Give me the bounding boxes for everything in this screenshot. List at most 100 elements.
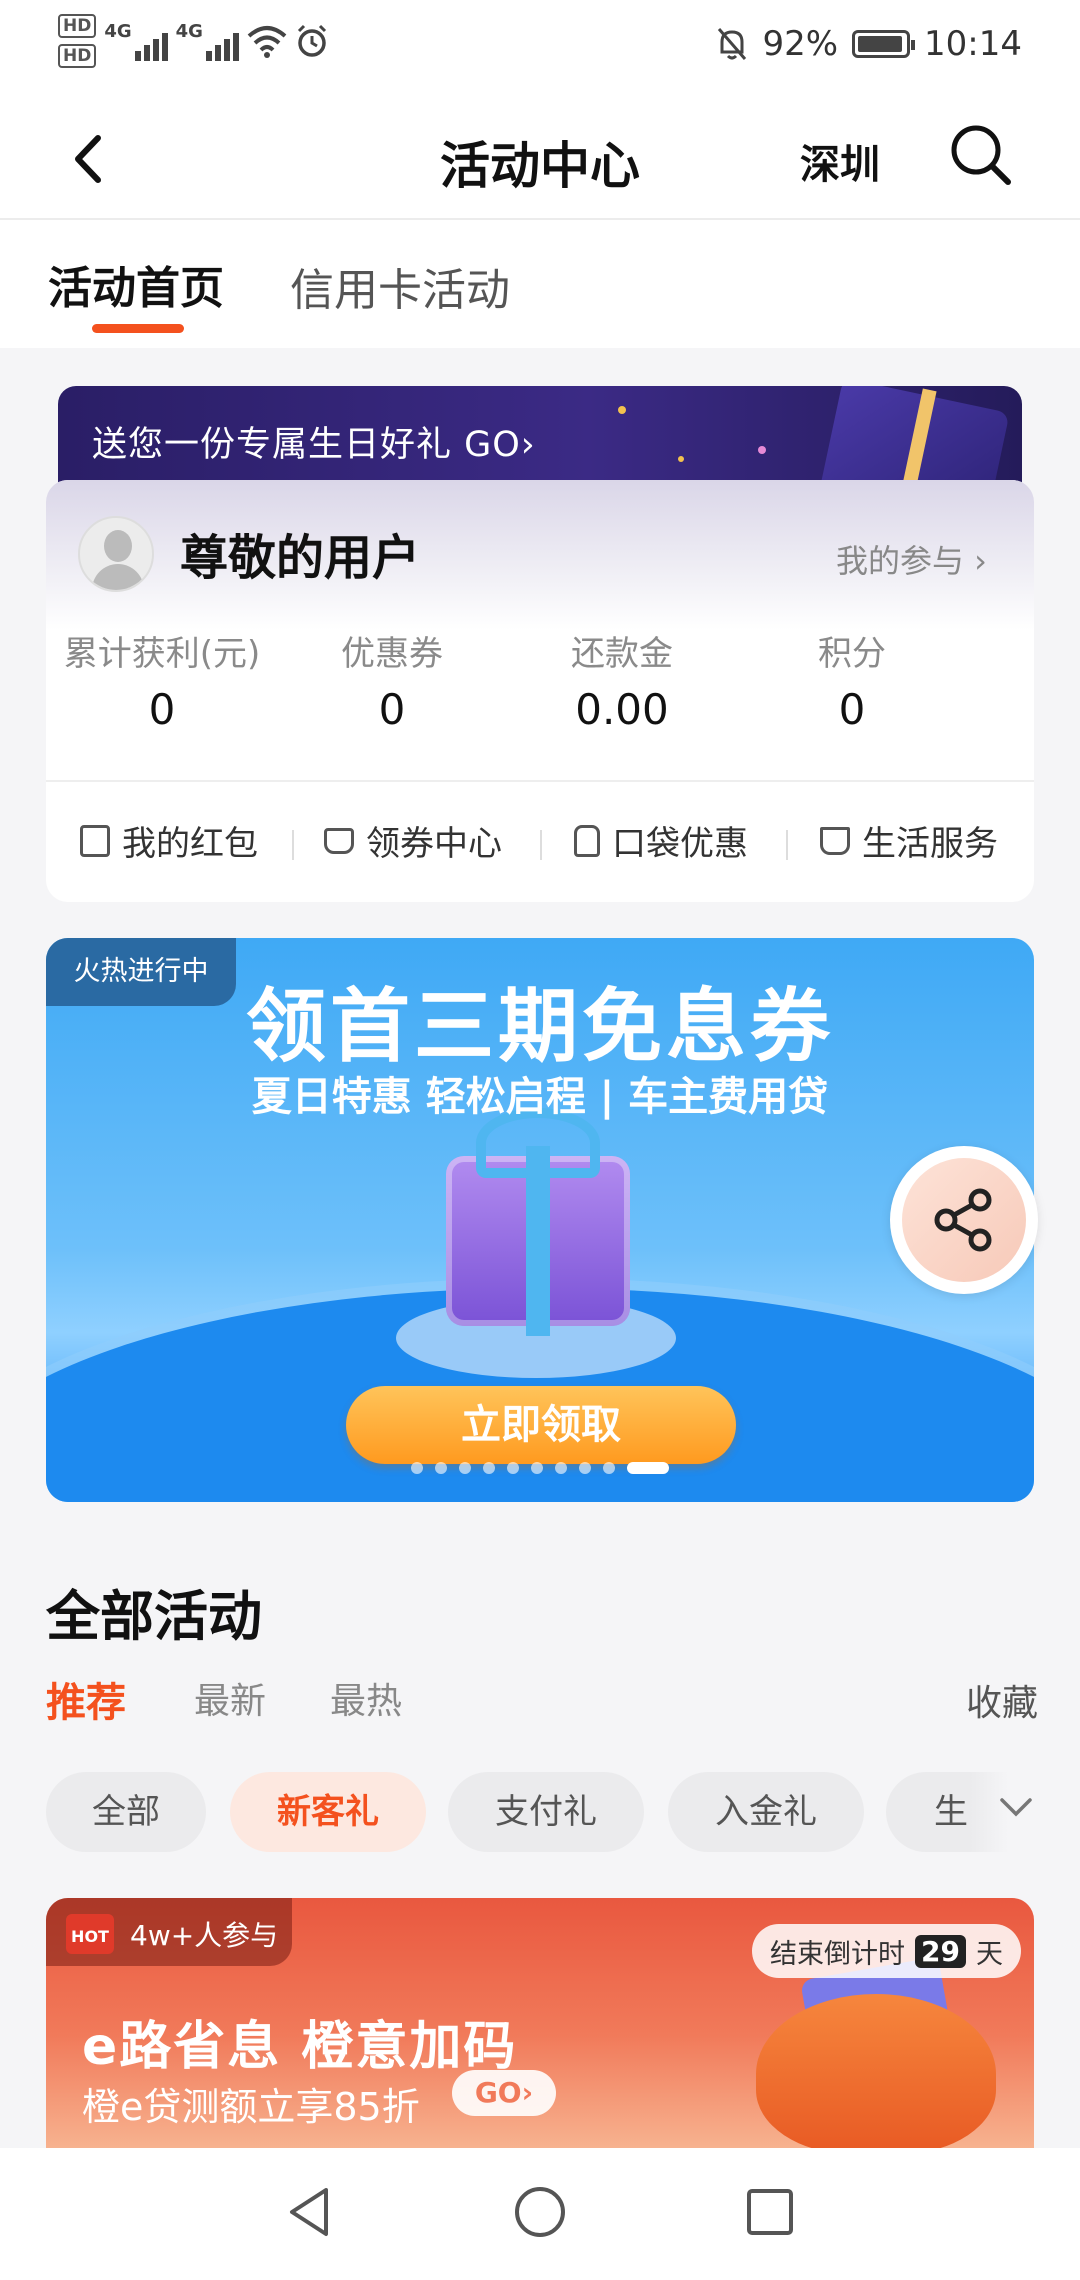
wifi-icon <box>247 26 287 58</box>
stat-label: 还款金 <box>571 634 673 674</box>
carousel-dot[interactable] <box>603 1462 615 1474</box>
divider <box>46 780 1034 782</box>
clock: 10:14 <box>924 24 1022 64</box>
signal-1-icon: 4G <box>104 21 168 61</box>
battery-icon <box>852 30 916 58</box>
status-right: 92% 10:14 <box>716 24 1022 64</box>
hd-indicator: HD HD <box>58 14 97 68</box>
lucky-bag-image <box>756 1994 996 2148</box>
quick-link-life-services[interactable]: 生活服务 <box>820 816 998 865</box>
quick-link-label: 我的红包 <box>122 824 258 864</box>
hd-badge-2: HD <box>58 44 97 68</box>
chevron-down-icon[interactable] <box>998 1788 1034 1824</box>
avatar[interactable] <box>78 516 154 592</box>
share-button[interactable] <box>890 1146 1038 1294</box>
nav-back-icon[interactable] <box>280 2182 340 2242</box>
all-activities-title: 全部活动 <box>46 1585 262 1648</box>
separator <box>292 830 294 860</box>
stat-value: 0 <box>838 685 866 734</box>
countdown-badge: 结束倒计时 29 天 <box>752 1924 1021 1978</box>
stat-label: 优惠券 <box>341 634 443 674</box>
tab-credit-card-activity[interactable]: 信用卡活动 <box>290 254 510 318</box>
city-selector[interactable]: 深圳 <box>800 132 880 190</box>
carousel-dot[interactable] <box>507 1462 519 1474</box>
stat-total-profit[interactable]: 累计获利(元) 0 <box>47 626 277 734</box>
participants-count: 4w+人参与 <box>130 1919 279 1952</box>
quick-link-coupon-center[interactable]: 领券中心 <box>324 816 502 865</box>
carousel-dot[interactable] <box>531 1462 543 1474</box>
separator <box>540 830 542 860</box>
claim-now-button[interactable]: 立即领取 <box>346 1386 736 1464</box>
tab-active-indicator <box>92 324 184 333</box>
search-icon[interactable] <box>948 122 1014 188</box>
chip-new-customer-gift[interactable]: 新客礼 <box>230 1772 426 1852</box>
stat-label: 积分 <box>818 634 886 674</box>
nav-recents-icon[interactable] <box>740 2182 800 2242</box>
carousel-dot[interactable] <box>555 1462 567 1474</box>
stat-value: 0 <box>148 685 176 734</box>
stat-coupons[interactable]: 优惠券 0 <box>277 626 507 734</box>
activity-title: e路省息 橙意加码 <box>82 2017 518 2077</box>
battery-percent: 92% <box>762 24 839 64</box>
carousel-dot[interactable] <box>435 1462 447 1474</box>
separator <box>786 830 788 860</box>
chip-payment-gift[interactable]: 支付礼 <box>448 1772 644 1852</box>
share-button-bg <box>902 1158 1026 1282</box>
carousel-dot[interactable] <box>483 1462 495 1474</box>
activity-card[interactable]: HOT 4w+人参与 结束倒计时 29 天 e路省息 橙意加码 橙e贷测额立享8… <box>46 1898 1034 2148</box>
quick-link-label: 口袋优惠 <box>612 824 748 864</box>
status-bar: HD HD 4G 4G 92% 10:14 <box>0 0 1080 96</box>
carousel-dot[interactable] <box>459 1462 471 1474</box>
tab-activity-home[interactable]: 活动首页 <box>48 252 224 316</box>
carousel-indicator <box>46 1462 1034 1474</box>
carousel-dot[interactable] <box>579 1462 591 1474</box>
countdown-days: 29 <box>915 1934 966 1968</box>
participants-tag: HOT 4w+人参与 <box>46 1898 292 1966</box>
stat-value: 0.00 <box>575 685 669 734</box>
birthday-gift-banner[interactable]: 送您一份专属生日好礼 GO› <box>58 386 1022 486</box>
network-type-1: 4G <box>104 21 132 42</box>
chip-deposit-gift[interactable]: 入金礼 <box>668 1772 864 1852</box>
stat-points[interactable]: 积分 0 <box>737 626 967 734</box>
filter-tab-recommended[interactable]: 推荐 <box>46 1670 126 1728</box>
page-title: 活动中心 <box>440 137 640 195</box>
gift-box-image <box>446 1146 630 1336</box>
quick-link-my-red-packet[interactable]: 我的红包 <box>80 816 258 865</box>
countdown-prefix: 结束倒计时 <box>770 1938 905 1970</box>
top-tabs: 活动首页 信用卡活动 <box>0 220 1080 348</box>
confetti-decoration <box>758 446 766 454</box>
status-left: HD HD 4G 4G <box>58 14 329 68</box>
hot-icon: HOT <box>66 1914 114 1954</box>
carousel-dot[interactable] <box>627 1462 669 1474</box>
promo-carousel-banner[interactable]: 火热进行中 领首三期免息券 夏日特惠 轻松启程 | 车主费用贷 立即领取 <box>46 938 1034 1502</box>
wallet-icon <box>80 824 110 857</box>
signal-2-icon: 4G <box>176 21 239 61</box>
stat-repayment-fund[interactable]: 还款金 0.00 <box>507 626 737 734</box>
chip-all[interactable]: 全部 <box>46 1772 206 1852</box>
confetti-decoration <box>678 456 684 462</box>
confetti-decoration <box>618 406 626 414</box>
quick-link-label: 领券中心 <box>366 824 502 864</box>
birthday-banner-text: 送您一份专属生日好礼 GO› <box>92 425 536 465</box>
activity-go-button[interactable]: GO› <box>452 2070 556 2116</box>
carousel-dot[interactable] <box>411 1462 423 1474</box>
gift-card-image <box>816 386 1010 486</box>
my-participation-link[interactable]: 我的参与 › <box>836 536 987 582</box>
share-icon <box>934 1188 992 1252</box>
nav-bar: 活动中心 深圳 <box>0 96 1080 220</box>
user-summary-card: 尊敬的用户 我的参与 › 累计获利(元) 0 优惠券 0 还款金 0.00 积分… <box>46 480 1034 902</box>
filter-tab-newest[interactable]: 最新 <box>194 1672 266 1724</box>
filter-tab-hottest[interactable]: 最热 <box>330 1672 402 1724</box>
promo-title: 领首三期免息券 <box>246 980 834 1073</box>
pocket-icon <box>574 824 600 857</box>
stat-value: 0 <box>378 685 406 734</box>
alarm-icon <box>297 24 327 57</box>
quick-link-pocket-deals[interactable]: 口袋优惠 <box>574 816 748 865</box>
nav-home-icon[interactable] <box>510 2182 570 2242</box>
cup-icon <box>820 826 850 855</box>
hd-badge-1: HD <box>58 14 97 38</box>
favorites-link[interactable]: 收藏 <box>966 1674 1038 1726</box>
promo-subtitle: 夏日特惠 轻松启程 | 车主费用贷 <box>251 1074 829 1120</box>
network-type-2: 4G <box>175 21 203 42</box>
quick-link-label: 生活服务 <box>862 824 998 864</box>
